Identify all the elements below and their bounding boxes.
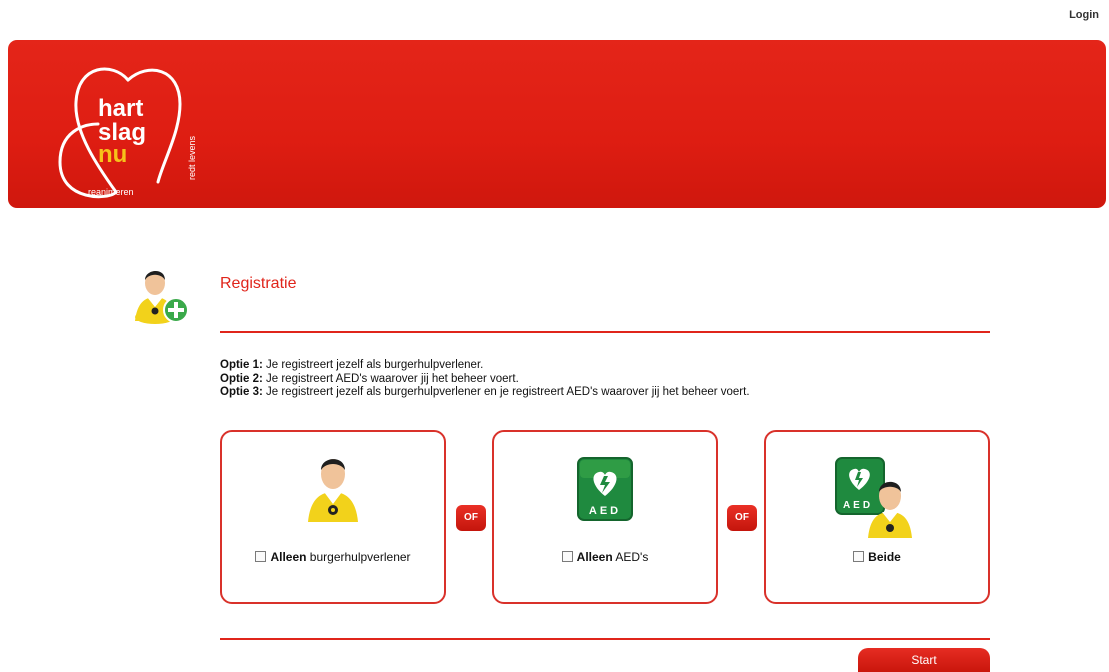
logo-tagline-bottom: reanimeren bbox=[88, 187, 134, 197]
checkbox-beide[interactable] bbox=[853, 551, 865, 562]
hartslag-nu-logo[interactable]: hart slag nu reanimeren redt levens bbox=[58, 62, 208, 202]
bottom-divider bbox=[220, 638, 990, 640]
registration-title: Registratie bbox=[220, 275, 297, 292]
logo-word-nu: nu bbox=[98, 141, 127, 168]
choice-aeds: Alleen AED's bbox=[494, 550, 716, 564]
title-divider bbox=[220, 331, 990, 333]
card-beide[interactable]: AED Beide bbox=[764, 430, 990, 604]
checkbox-aeds[interactable] bbox=[561, 551, 573, 562]
register-user-icon bbox=[135, 270, 189, 324]
choice-beide: Beide bbox=[766, 550, 988, 564]
logo-word-hart: hart bbox=[98, 95, 143, 122]
options-description: Optie 1: Je registreert jezelf als burge… bbox=[220, 359, 750, 400]
or-badge-1: OF bbox=[456, 505, 486, 531]
checkbox-burgerhulpverlener[interactable] bbox=[255, 551, 267, 562]
svg-text:AED: AED bbox=[589, 505, 621, 517]
card-burgerhulpverlener[interactable]: Alleen burgerhulpverlener bbox=[220, 430, 446, 604]
logo-tagline-vertical: redt levens bbox=[187, 135, 197, 180]
option-line-3: Optie 3: Je registreert jezelf als burge… bbox=[220, 386, 750, 398]
start-button[interactable]: Start bbox=[858, 648, 990, 672]
svg-text:AED: AED bbox=[843, 500, 873, 511]
option-line-2: Optie 2: Je registreert AED's waarover j… bbox=[220, 372, 519, 385]
aed-person-icon: AED bbox=[835, 457, 912, 538]
option-line-1: Optie 1: Je registreert jezelf als burge… bbox=[220, 359, 484, 371]
login-link[interactable]: Login bbox=[1069, 9, 1099, 21]
header-banner: hart slag nu reanimeren redt levens bbox=[8, 40, 1106, 208]
or-badge-2: OF bbox=[727, 505, 757, 531]
card-aeds[interactable]: AED Alleen AED's bbox=[492, 430, 718, 604]
person-icon bbox=[308, 459, 358, 522]
aed-icon: AED bbox=[577, 457, 633, 521]
choice-burgerhulpverlener: Alleen burgerhulpverlener bbox=[222, 550, 444, 564]
